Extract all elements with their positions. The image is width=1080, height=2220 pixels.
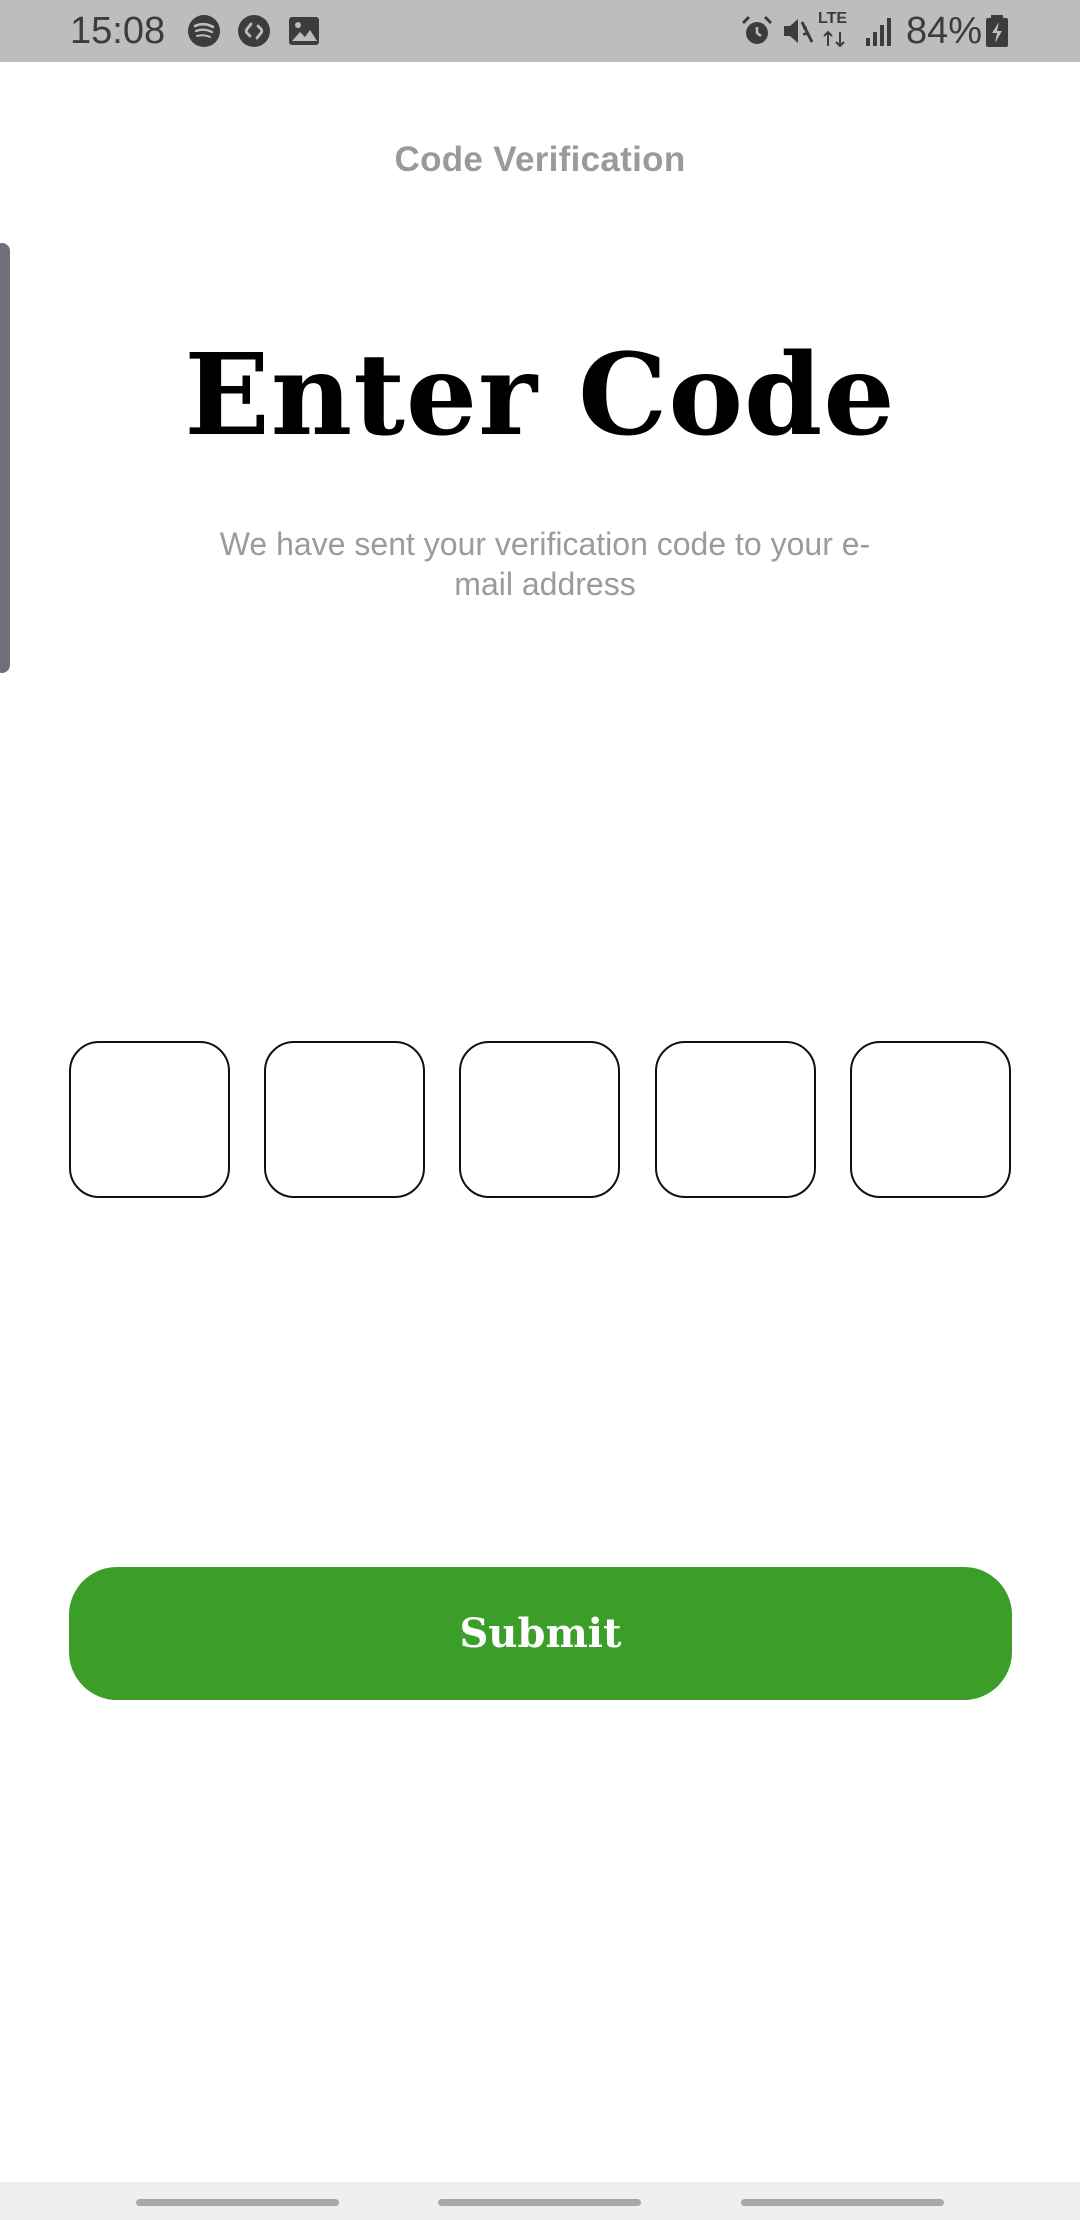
code-digit-input-5[interactable] — [850, 1041, 1011, 1198]
navigation-bar — [0, 2182, 1080, 2220]
status-time: 15:08 — [70, 10, 166, 52]
submit-label: Submit — [459, 1610, 622, 1657]
home-gesture-pill[interactable] — [438, 2199, 641, 2206]
code-digit-input-4[interactable] — [655, 1041, 816, 1198]
code-input-row — [69, 1041, 1012, 1198]
page-heading: Enter Code — [184, 330, 896, 461]
signal-icon — [866, 18, 891, 46]
alarm-icon — [741, 15, 773, 44]
screen-title: Code Verification — [394, 140, 686, 179]
gallery-icon — [289, 17, 319, 45]
submit-button[interactable]: Submit — [69, 1567, 1012, 1700]
back-gesture-pill[interactable] — [741, 2199, 944, 2206]
code-digit-input-2[interactable] — [264, 1041, 425, 1198]
spotify-icon — [188, 15, 220, 47]
shazam-icon — [238, 15, 270, 47]
status-bar: 15:08 LTE 84% — [0, 0, 1080, 62]
lte-indicator: LTE — [818, 10, 848, 27]
code-digit-input-3[interactable] — [459, 1041, 620, 1198]
battery-percent: 84% — [906, 10, 983, 52]
instruction-text: We have sent your verification code to y… — [219, 526, 871, 602]
code-digit-input-1[interactable] — [69, 1041, 230, 1198]
battery-charging-icon — [986, 15, 1008, 47]
data-activity-icon — [823, 30, 845, 48]
recents-gesture-pill[interactable] — [136, 2199, 339, 2206]
mute-icon — [784, 19, 814, 43]
